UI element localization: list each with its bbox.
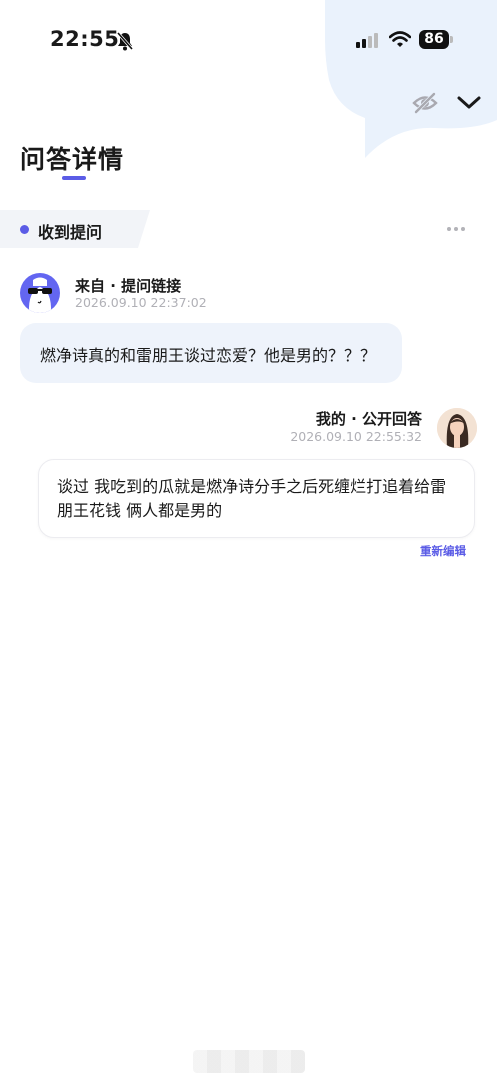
question-text: 燃净诗真的和雷朋王谈过恋爱？他是男的？？？ [40, 346, 377, 365]
status-bar: 22:55 86 [0, 0, 497, 80]
asker-avatar [20, 273, 60, 313]
re-edit-button[interactable]: 重新编辑 [420, 543, 466, 559]
section-dot [20, 225, 29, 234]
eye-off-icon[interactable] [412, 91, 438, 115]
answer-source: 我的 · 公开回答 [315, 410, 422, 428]
battery-tip [450, 36, 453, 43]
question-timestamp: 2026.09.10 22:37:02 [75, 295, 207, 310]
page-title: 问答详情 [20, 145, 125, 174]
answer-timestamp: 2026.09.10 22:55:32 [290, 429, 422, 444]
answer-text: 谈过 我吃到的瓜就是燃净诗分手之后死缠烂打追着给雷朋王花钱 俩人都是男的 [57, 477, 447, 520]
section-label: 收到提问 [38, 223, 103, 242]
home-indicator [193, 1050, 305, 1073]
question-bubble: 燃净诗真的和雷朋王谈过恋爱？他是男的？？？ [20, 323, 402, 383]
bell-muted-icon [116, 32, 134, 51]
answer-bubble: 谈过 我吃到的瓜就是燃净诗分手之后死缠烂打追着给雷朋王花钱 俩人都是男的 [38, 459, 475, 538]
more-dots-icon[interactable] [447, 227, 467, 233]
wifi-icon [389, 31, 411, 47]
battery-icon: 86 [419, 30, 449, 49]
asker-source: 来自 · 提问链接 [75, 277, 182, 295]
title-underline [62, 176, 86, 180]
cellular-signal-icon [356, 33, 378, 48]
user-avatar[interactable] [437, 408, 477, 448]
chevron-down-icon[interactable] [456, 94, 482, 112]
status-time: 22:55 [50, 27, 120, 51]
